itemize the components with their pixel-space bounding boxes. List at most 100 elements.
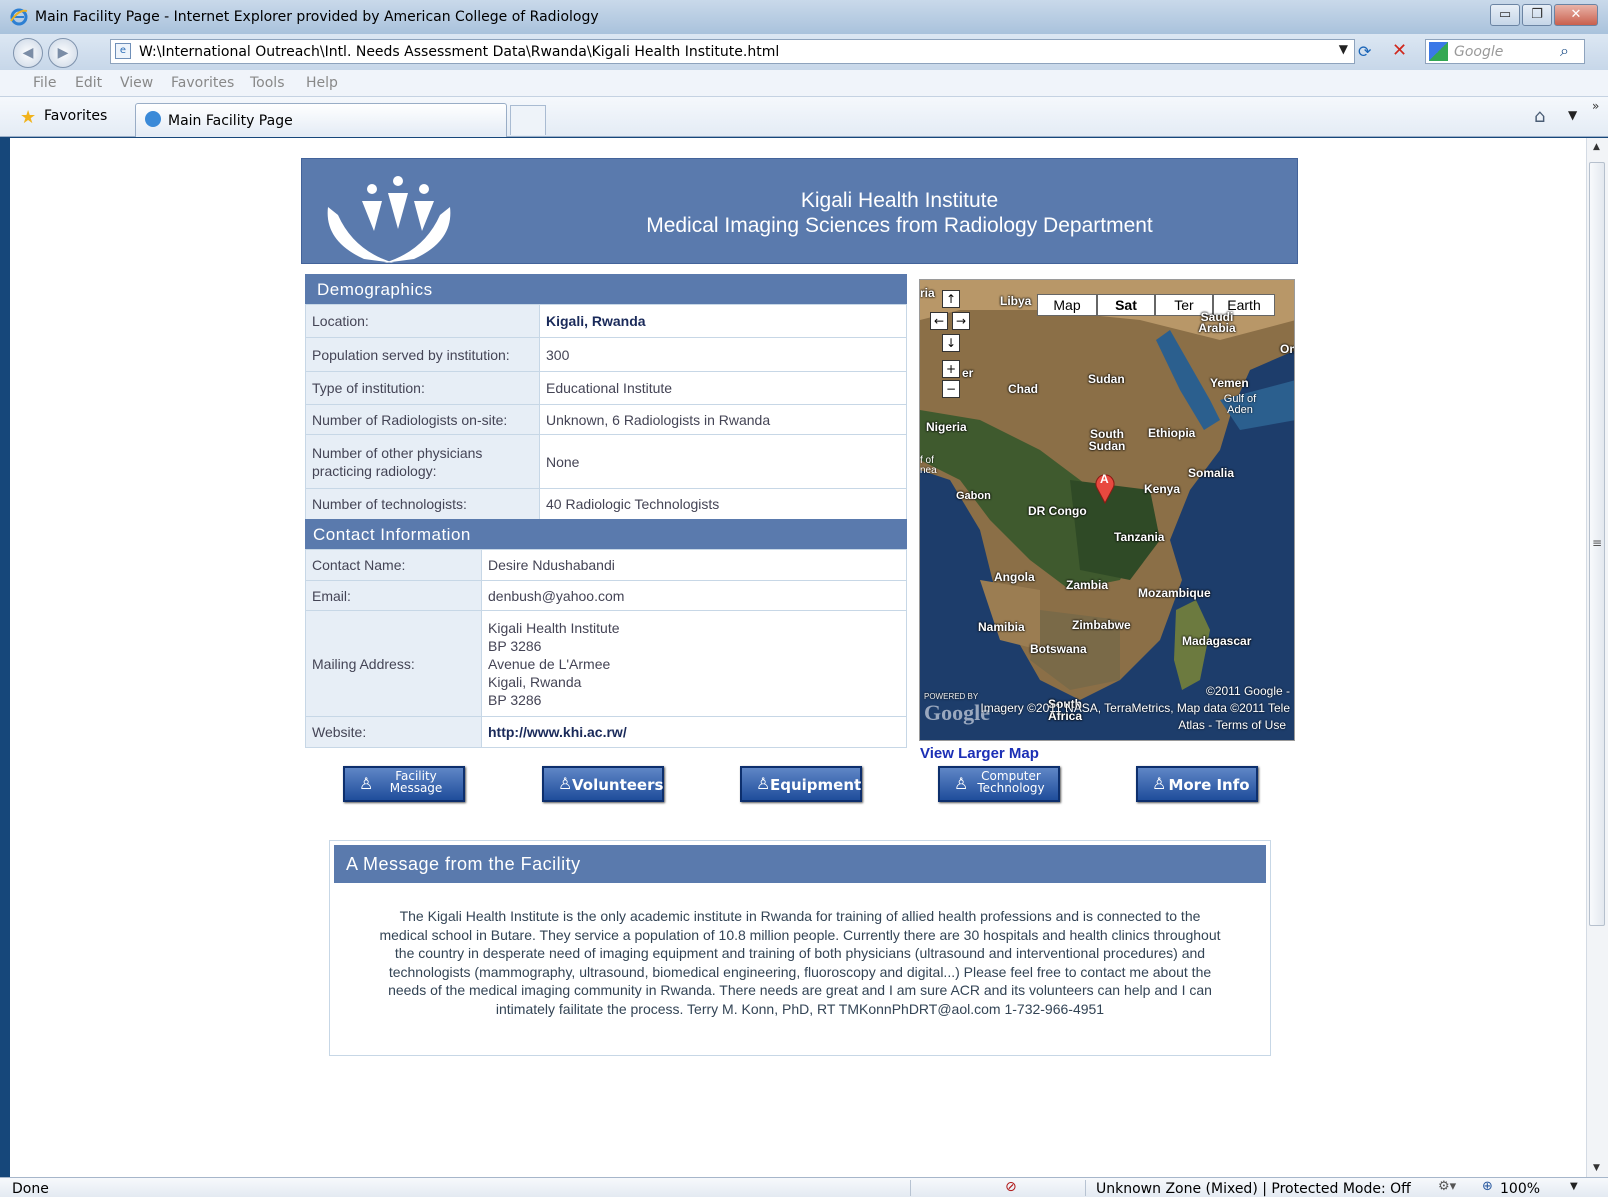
map-label: Sudan [1088,372,1125,386]
website-label: Website: [305,716,482,748]
message-line: technologists (mammography, ultrasound, … [388,963,1212,980]
website-link[interactable]: http://www.khi.ac.rw/ [481,716,907,748]
pan-up-icon[interactable]: ↑ [942,290,960,308]
address-line: BP 3286 [488,691,542,708]
forward-button[interactable]: ▶ [48,38,78,68]
menu-edit[interactable]: Edit [75,75,102,91]
security-settings-icon[interactable]: ⚙▾ [1438,1179,1456,1194]
button-label: More Info [1168,776,1250,794]
zoom-dropdown-icon[interactable]: ▼ [1570,1181,1578,1192]
vertical-scrollbar[interactable]: ▲ ≡ ▼ [1586,138,1608,1177]
message-line: needs of the medical imaging community i… [388,982,1212,998]
row-label: Location: [305,304,540,338]
contact-name-label: Contact Name: [305,549,482,581]
refresh-icon[interactable]: ⟳ [1358,42,1371,61]
facility-message-box: A Message from the Facility The Kigali H… [329,840,1271,1056]
more-info-button[interactable]: ♙ More Info [1136,766,1258,802]
facility-message-button[interactable]: ♙ Facility Message [343,766,465,802]
contact-table: Contact Name: Desire Ndushabandi Email: … [305,549,907,748]
map-label: Madagascar [1182,634,1252,648]
address-field[interactable]: e W:\International Outreach\Intl. Needs … [110,39,1355,64]
address-line: BP 3286 [488,637,542,654]
table-row: Location: Kigali, Rwanda [305,304,907,338]
view-larger-map-link[interactable]: View Larger Map [920,745,1039,762]
row-label: Population served by institution: [305,337,540,372]
acr-hands-logo-icon [327,176,451,263]
message-line: medical school in Butare. They service a… [379,926,1221,943]
favorites-star-icon[interactable]: ★ [20,107,36,128]
button-label: Equipment [770,776,862,794]
stop-icon[interactable]: ✕ [1392,40,1407,61]
map-label: South Sudan [1088,427,1126,453]
map-label: Om [1280,342,1294,356]
facility-name: Kigali Health Institute [800,189,999,212]
map-label: Namibia [978,620,1025,634]
table-row: Email: denbush@yahoo.com [305,580,907,611]
demographics-header: Demographics [305,274,907,306]
table-row: Contact Name: Desire Ndushabandi [305,549,907,581]
button-label: Volunteers [572,776,664,794]
menu-file[interactable]: File [33,75,56,91]
person-icon: ♙ [756,774,771,793]
map-label: Zimbabwe [1072,618,1131,632]
computer-technology-button[interactable]: ♙ Computer Technology [938,766,1060,802]
equipment-button[interactable]: ♙ Equipment [740,766,862,802]
toolbar-overflow-icon[interactable]: » [1592,99,1599,113]
google-map[interactable]: Map Sat Ter Earth ↑ ← → ↓ + − Libya Saud… [919,279,1295,741]
pan-right-icon[interactable]: → [952,312,970,330]
window-title: Main Facility Page - Internet Explorer p… [35,9,599,25]
restore-button[interactable]: ❐ [1522,4,1552,26]
menu-tools[interactable]: Tools [250,75,285,91]
close-window-button[interactable]: ✕ [1554,4,1598,26]
google-search-provider-icon [1429,42,1448,61]
map-label: Somalia [1188,466,1235,480]
map-copyright: Imagery ©2011 NASA, TerraMetrics, Map da… [980,701,1290,715]
volunteers-button[interactable]: ♙ Volunteers [542,766,664,802]
pan-down-icon[interactable]: ↓ [942,334,960,352]
status-divider [1085,1180,1086,1196]
map-copyright: ©2011 Google - [1205,684,1290,698]
menu-view[interactable]: View [120,75,153,91]
zoom-level[interactable]: 100% [1500,1181,1540,1197]
map-label: Yemen [1210,376,1249,390]
zoom-out-icon[interactable]: − [942,380,960,398]
table-row: Mailing Address: Kigali Health Institute… [305,610,907,717]
map-label: Gulf of Aden [1223,393,1257,416]
map-type-map-button[interactable]: Map [1037,294,1097,316]
scroll-up-icon[interactable]: ▲ [1593,142,1600,152]
facility-banner: Kigali Health Institute Medical Imaging … [301,158,1298,264]
menu-favorites[interactable]: Favorites [171,75,234,91]
zoom-in-icon[interactable]: + [942,360,960,378]
person-icon: ♙ [1152,774,1167,793]
search-icon[interactable]: ⌕ [1560,41,1569,61]
mailing-address-label: Mailing Address: [305,610,482,717]
tab-main-facility-page[interactable]: Main Facility Page [135,103,507,137]
map-type-sat-button[interactable]: Sat [1097,294,1155,316]
scroll-down-icon[interactable]: ▼ [1593,1163,1600,1173]
pan-left-icon[interactable]: ← [930,312,948,330]
email-value[interactable]: denbush@yahoo.com [481,580,907,611]
map-label: Mozambique [1138,586,1211,600]
person-icon: ♙ [558,774,573,793]
privacy-icon[interactable]: ⊘ [1005,1179,1017,1195]
favorites-button[interactable]: Favorites [44,108,107,124]
home-icon[interactable]: ⌂ [1534,106,1545,127]
zoom-magnifier-icon[interactable]: ⊕ [1482,1179,1493,1194]
back-button[interactable]: ◀ [13,38,43,68]
map-terms-link[interactable]: Atlas - Terms of Use [1178,718,1286,732]
table-row: Website: http://www.khi.ac.rw/ [305,716,907,748]
marker-letter: A [1100,472,1109,486]
message-header: A Message from the Facility [334,845,1266,883]
table-row: Population served by institution: 300 [305,337,907,372]
table-row: Type of institution: Educational Institu… [305,371,907,405]
security-zone[interactable]: Unknown Zone (Mixed) | Protected Mode: O… [1096,1181,1411,1197]
menu-help[interactable]: Help [306,75,338,91]
message-line: the country in desperate need of imaging… [394,945,1206,961]
address-dropdown-icon[interactable]: ▼ [1339,42,1348,56]
status-bar: Done ⊘ Unknown Zone (Mixed) | Protected … [0,1177,1608,1197]
new-tab-button[interactable] [510,105,546,135]
home-dropdown-icon[interactable]: ▼ [1568,108,1577,122]
tab-label: Main Facility Page [168,113,293,129]
minimize-button[interactable]: ▭ [1490,4,1520,26]
row-label: Number of Radiologists on-site: [305,404,540,435]
